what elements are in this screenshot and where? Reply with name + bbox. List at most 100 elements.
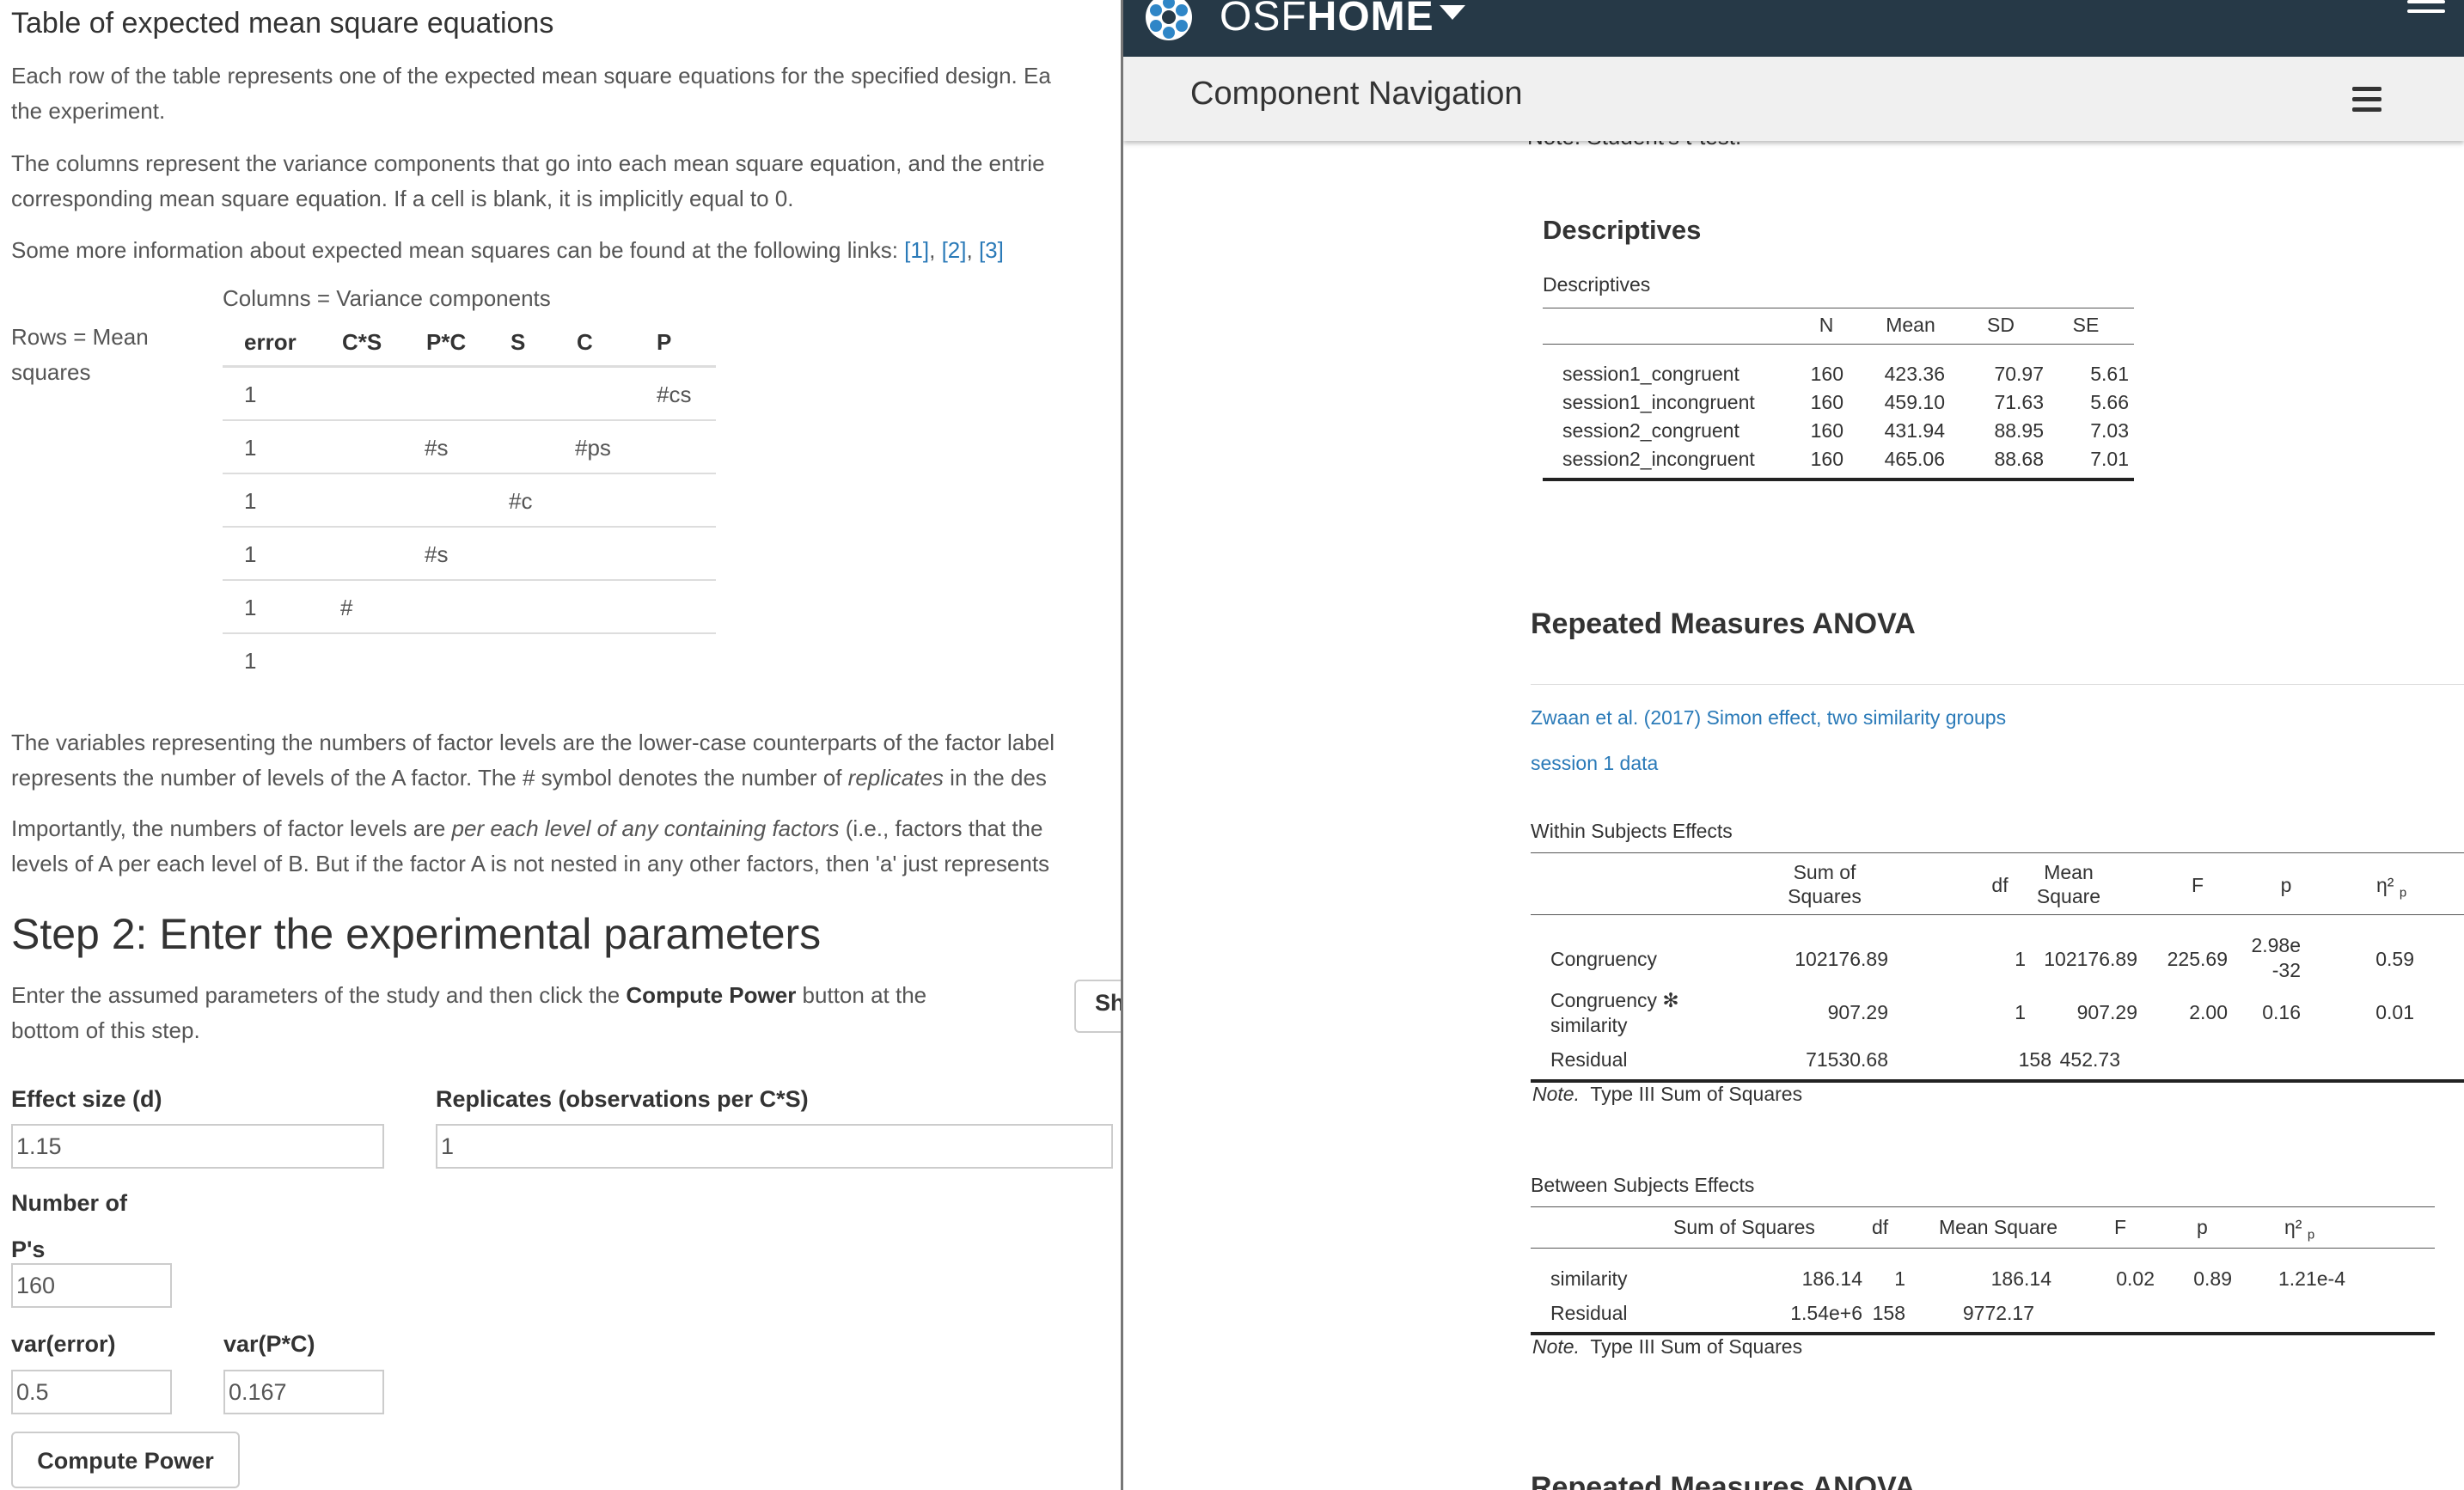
osf-logo-icon[interactable] xyxy=(1139,0,1199,43)
cell-eta: 0.59 xyxy=(2375,948,2414,970)
compute-power-button[interactable]: Compute Power xyxy=(11,1432,240,1488)
emphasis-text: replicates xyxy=(847,765,944,791)
emt-paragraph-5: Importantly, the numbers of factor level… xyxy=(11,811,1049,882)
table-row: 1 #s xyxy=(223,528,716,581)
step2-heading: Step 2: Enter the experimental parameter… xyxy=(11,910,822,958)
var-error-input[interactable] xyxy=(11,1370,172,1414)
cell-sd: 88.68 xyxy=(1994,448,2044,470)
emt-paragraph-2-line2: corresponding mean square equation. If a… xyxy=(11,186,794,211)
analysis-subtitle-link[interactable]: session 1 data xyxy=(1531,752,1658,775)
show-button[interactable]: Sh xyxy=(1074,980,1121,1033)
table-rule xyxy=(1531,914,2464,915)
ems-table: error C*S P*C S C P 1 #cs 1 #s #ps 1 #c … xyxy=(223,322,716,686)
col-header-pc: P*C xyxy=(426,329,467,355)
emt-paragraph-4-line1: The variables representing the numbers o… xyxy=(11,730,1055,755)
replicates-input[interactable] xyxy=(436,1124,1113,1169)
cell-mean: 459.10 xyxy=(1884,391,1945,413)
effect-size-input[interactable] xyxy=(11,1124,384,1169)
cell-eta: 0.01 xyxy=(2375,1001,2414,1023)
cell-sd: 71.63 xyxy=(1994,391,2044,413)
reference-link-1[interactable]: [1] xyxy=(904,237,929,263)
text-span: button at the xyxy=(796,982,927,1008)
col-header-p: P xyxy=(657,329,672,355)
between-subjects-title: Between Subjects Effects xyxy=(1531,1174,1755,1196)
var-pc-input[interactable] xyxy=(223,1370,384,1414)
eta-subscript: p xyxy=(2399,885,2407,901)
var-error-label: var(error) xyxy=(11,1331,116,1357)
col-header-mean: Mean xyxy=(1886,314,1935,336)
col-header-mean-square: Mean Square xyxy=(1939,1216,2058,1238)
rm-anova-heading: Repeated Measures ANOVA xyxy=(1531,608,1916,640)
cell-n: 160 xyxy=(1810,419,1843,442)
table-cell: #ps xyxy=(575,435,611,461)
col-header-error: error xyxy=(244,329,297,355)
note-label: Note. xyxy=(1532,1083,1580,1105)
component-menu-icon[interactable] xyxy=(2352,87,2381,118)
row-name: session2_incongruent xyxy=(1562,448,1755,470)
col-header-f: F xyxy=(2114,1216,2127,1238)
cell-ms: 9772.17 xyxy=(1962,1302,2034,1324)
eta-subscript: p xyxy=(2307,1227,2315,1243)
step2-intro-line2: bottom of this step. xyxy=(11,1017,200,1043)
brand-bold: HOME xyxy=(1306,0,1434,40)
note-label: Note. xyxy=(1532,1335,1580,1358)
emt-links-intro: Some more information about expected mea… xyxy=(11,237,905,263)
table-cell: 1 xyxy=(244,488,257,514)
cell-sd: 88.95 xyxy=(1994,419,2044,442)
table-row: 1 # xyxy=(223,581,716,634)
col-header-sd: SD xyxy=(1987,314,2015,336)
col-header-p: p xyxy=(2280,874,2292,896)
emt-paragraph-3: Some more information about expected mea… xyxy=(11,233,1004,268)
table-row: 1 #c xyxy=(223,474,716,528)
cell-eta: 1.21e-4 xyxy=(2278,1267,2345,1290)
table-row: 1 #cs xyxy=(223,368,716,421)
col-header-f: F xyxy=(2191,874,2204,896)
table-rule xyxy=(1531,1206,2435,1207)
col-header-df: df xyxy=(1872,1216,1889,1238)
col-header-s: S xyxy=(511,329,526,355)
cell-se: 7.01 xyxy=(2090,448,2129,470)
col-header-eta: η² p xyxy=(2376,873,2406,906)
table-cell: 1 xyxy=(244,435,257,461)
table-rule xyxy=(1543,344,2134,345)
row-name: Residual xyxy=(1550,1048,1628,1071)
row-name: session2_congruent xyxy=(1562,419,1739,442)
columns-caption: Columns = Variance components xyxy=(223,285,551,311)
osf-home-brand[interactable]: OSFHOME xyxy=(1220,0,1434,40)
cell-ms: 102176.89 xyxy=(2044,948,2137,970)
cell-sd: 70.97 xyxy=(1994,363,2044,385)
cell-n: 160 xyxy=(1810,448,1843,470)
col-header-sum-of-squares: Sum of Squares xyxy=(1773,860,1876,908)
replicates-label: Replicates (observations per C*S) xyxy=(436,1086,809,1112)
label-line: P's xyxy=(11,1237,46,1262)
emt-paragraph-2: The columns represent the variance compo… xyxy=(11,146,1045,217)
reference-link-3[interactable]: [3] xyxy=(979,237,1004,263)
cell-f: 225.69 xyxy=(2167,948,2228,970)
cell-mean: 465.06 xyxy=(1884,448,1945,470)
text-span: (i.e., factors that the xyxy=(839,815,1043,841)
cell-ms: 907.29 xyxy=(2076,1001,2137,1023)
caret-down-icon[interactable] xyxy=(1440,5,1465,20)
hamburger-menu-icon[interactable] xyxy=(2407,0,2445,22)
cell-ms: 186.14 xyxy=(1990,1267,2051,1290)
header-line: Squares xyxy=(1788,885,1862,907)
cell-ss: 186.14 xyxy=(1801,1267,1862,1290)
row-name: Congruency ✻ similarity xyxy=(1550,988,1679,1038)
bold-text: Compute Power xyxy=(626,982,797,1008)
reference-link-2[interactable]: [2] xyxy=(942,237,967,263)
row-name: session1_incongruent xyxy=(1562,391,1755,413)
col-header-c: C xyxy=(577,329,593,355)
eta-symbol: η² xyxy=(2284,1216,2302,1238)
osf-navbar: OSFHOME xyxy=(1123,0,2464,57)
cell-se: 7.03 xyxy=(2090,419,2129,442)
cell-n: 160 xyxy=(1810,391,1843,413)
analysis-title-link[interactable]: Zwaan et al. (2017) Simon effect, two si… xyxy=(1531,706,2006,730)
table-cell: 1 xyxy=(244,648,257,674)
table-cell: 1 xyxy=(244,382,257,407)
number-of-ps-input[interactable] xyxy=(11,1263,172,1308)
table-cell: # xyxy=(340,595,353,620)
cell-df: 158 xyxy=(1872,1302,1905,1324)
cell-ss: 1.54e+6 xyxy=(1790,1302,1862,1324)
emt-paragraph-4: The variables representing the numbers o… xyxy=(11,725,1055,796)
row-name: Congruency xyxy=(1550,948,1658,970)
